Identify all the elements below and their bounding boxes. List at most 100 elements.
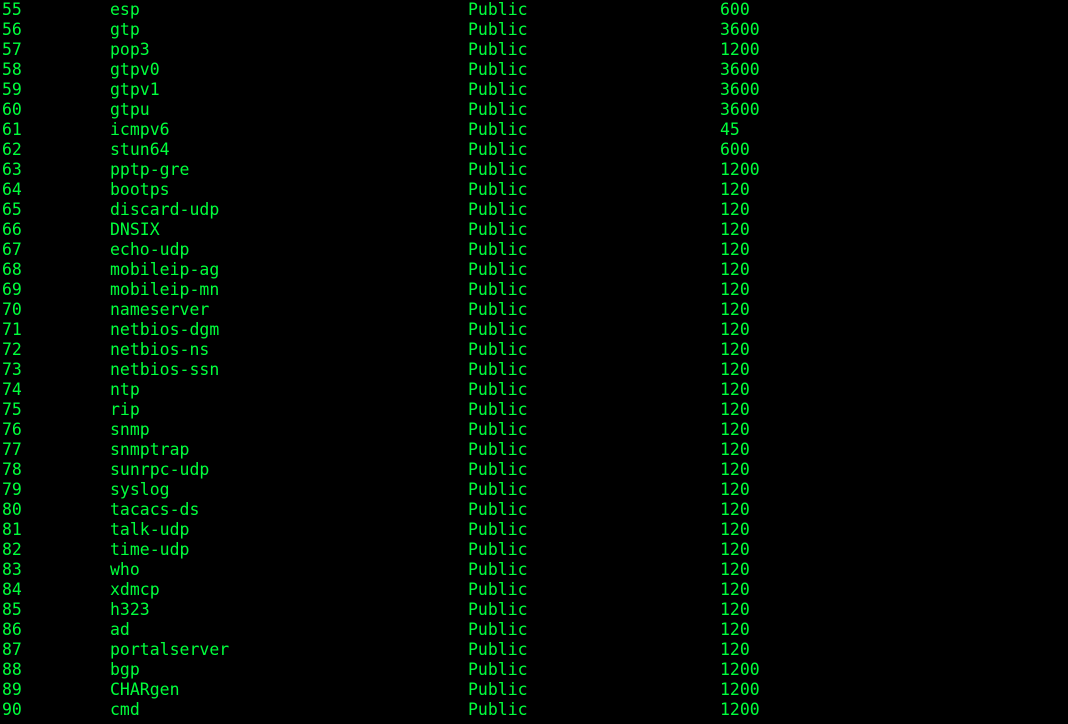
scope: Public: [468, 140, 720, 160]
table-row: 61icmpv6Public45: [2, 120, 1068, 140]
timeout-value: 120: [720, 460, 750, 480]
row-number: 86: [2, 620, 110, 640]
service-name: esp: [110, 0, 468, 20]
scope: Public: [468, 100, 720, 120]
service-name: h323: [110, 600, 468, 620]
timeout-value: 120: [720, 640, 750, 660]
table-row: 83whoPublic120: [2, 560, 1068, 580]
row-number: 84: [2, 580, 110, 600]
table-row: 85h323Public120: [2, 600, 1068, 620]
service-name: gtp: [110, 20, 468, 40]
timeout-value: 120: [720, 240, 750, 260]
row-number: 63: [2, 160, 110, 180]
row-number: 89: [2, 680, 110, 700]
table-row: 87portalserverPublic120: [2, 640, 1068, 660]
row-number: 64: [2, 180, 110, 200]
row-number: 68: [2, 260, 110, 280]
table-row: 67echo-udpPublic120: [2, 240, 1068, 260]
service-name: discard-udp: [110, 200, 468, 220]
service-name: pop3: [110, 40, 468, 60]
timeout-value: 120: [720, 340, 750, 360]
table-row: 78sunrpc-udpPublic120: [2, 460, 1068, 480]
service-name: netbios-ssn: [110, 360, 468, 380]
service-name: rip: [110, 400, 468, 420]
table-row: 70nameserverPublic120: [2, 300, 1068, 320]
timeout-value: 1200: [720, 700, 760, 720]
row-number: 85: [2, 600, 110, 620]
timeout-value: 120: [720, 600, 750, 620]
timeout-value: 1200: [720, 160, 760, 180]
scope: Public: [468, 480, 720, 500]
timeout-value: 120: [720, 300, 750, 320]
service-name: mobileip-ag: [110, 260, 468, 280]
timeout-value: 120: [720, 360, 750, 380]
row-number: 77: [2, 440, 110, 460]
timeout-value: 120: [720, 440, 750, 460]
scope: Public: [468, 660, 720, 680]
table-row: 65discard-udpPublic120: [2, 200, 1068, 220]
scope: Public: [468, 160, 720, 180]
timeout-value: 120: [720, 280, 750, 300]
row-number: 56: [2, 20, 110, 40]
service-name: CHARgen: [110, 680, 468, 700]
timeout-value: 120: [720, 260, 750, 280]
timeout-value: 120: [720, 180, 750, 200]
scope: Public: [468, 380, 720, 400]
scope: Public: [468, 460, 720, 480]
timeout-value: 1200: [720, 40, 760, 60]
timeout-value: 120: [720, 400, 750, 420]
service-name: stun64: [110, 140, 468, 160]
scope: Public: [468, 40, 720, 60]
row-number: 61: [2, 120, 110, 140]
row-number: 75: [2, 400, 110, 420]
service-name: bootps: [110, 180, 468, 200]
scope: Public: [468, 500, 720, 520]
table-row: 64bootpsPublic120: [2, 180, 1068, 200]
row-number: 65: [2, 200, 110, 220]
timeout-value: 3600: [720, 80, 760, 100]
timeout-value: 120: [720, 540, 750, 560]
service-name: bgp: [110, 660, 468, 680]
row-number: 74: [2, 380, 110, 400]
row-number: 70: [2, 300, 110, 320]
scope: Public: [468, 540, 720, 560]
row-number: 87: [2, 640, 110, 660]
scope: Public: [468, 200, 720, 220]
row-number: 79: [2, 480, 110, 500]
row-number: 83: [2, 560, 110, 580]
row-number: 76: [2, 420, 110, 440]
row-number: 59: [2, 80, 110, 100]
service-name: gtpv1: [110, 80, 468, 100]
service-name: gtpu: [110, 100, 468, 120]
service-name: time-udp: [110, 540, 468, 560]
timeout-value: 3600: [720, 20, 760, 40]
scope: Public: [468, 580, 720, 600]
service-name: tacacs-ds: [110, 500, 468, 520]
timeout-value: 120: [720, 500, 750, 520]
scope: Public: [468, 640, 720, 660]
row-number: 71: [2, 320, 110, 340]
table-row: 56gtpPublic3600: [2, 20, 1068, 40]
table-row: 59gtpv1Public3600: [2, 80, 1068, 100]
scope: Public: [468, 280, 720, 300]
service-name: DNSIX: [110, 220, 468, 240]
service-name: snmp: [110, 420, 468, 440]
scope: Public: [468, 360, 720, 380]
service-name: netbios-ns: [110, 340, 468, 360]
scope: Public: [468, 300, 720, 320]
table-row: 55espPublic600: [2, 0, 1068, 20]
service-name: who: [110, 560, 468, 580]
timeout-value: 120: [720, 480, 750, 500]
service-name: portalserver: [110, 640, 468, 660]
row-number: 67: [2, 240, 110, 260]
timeout-value: 120: [720, 420, 750, 440]
terminal-output: 55espPublic60056gtpPublic360057pop3Publi…: [2, 0, 1068, 720]
scope: Public: [468, 680, 720, 700]
service-name: pptp-gre: [110, 160, 468, 180]
row-number: 66: [2, 220, 110, 240]
service-name: ntp: [110, 380, 468, 400]
row-number: 60: [2, 100, 110, 120]
service-name: snmptrap: [110, 440, 468, 460]
scope: Public: [468, 320, 720, 340]
scope: Public: [468, 240, 720, 260]
